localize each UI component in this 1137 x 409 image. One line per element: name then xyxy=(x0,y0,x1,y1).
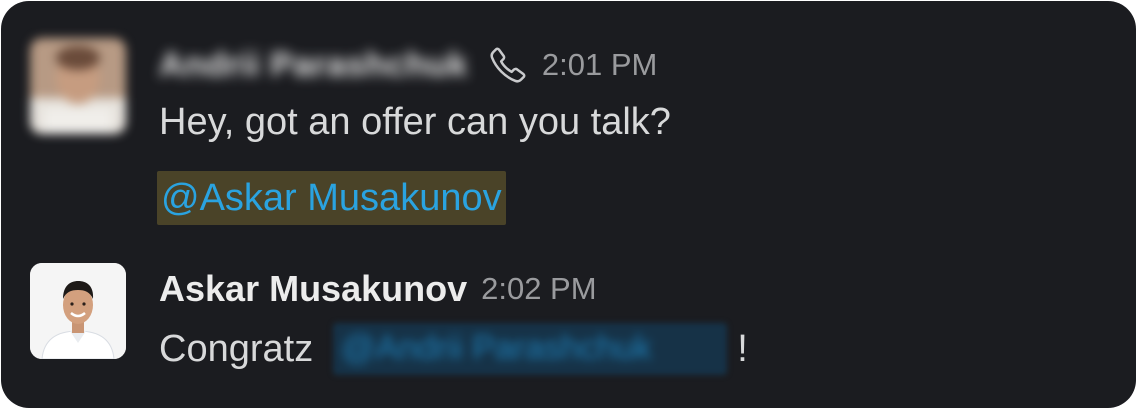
avatar[interactable] xyxy=(30,38,126,134)
message-text-before: Congratz xyxy=(159,327,314,370)
timestamp[interactable]: 2:02 PM xyxy=(481,271,596,307)
message-text: Congratz @Andrii Parashchuk ! xyxy=(159,323,748,375)
user-mention[interactable]: @Askar Musakunov xyxy=(157,171,506,225)
phone-icon[interactable] xyxy=(488,45,528,85)
message-header: Andrii Parashchuk 2:01 PM xyxy=(159,41,657,89)
sender-name[interactable]: Askar Musakunov xyxy=(159,268,467,310)
message-header: Askar Musakunov 2:02 PM xyxy=(159,265,597,313)
sender-name[interactable]: Andrii Parashchuk xyxy=(159,46,468,85)
avatar[interactable] xyxy=(30,263,126,359)
message-text-after: ! xyxy=(737,327,748,370)
message-thread: Andrii Parashchuk 2:01 PM Hey, got an of… xyxy=(1,1,1136,408)
timestamp[interactable]: 2:01 PM xyxy=(542,47,657,83)
message-text: Hey, got an offer can you talk? xyxy=(159,101,671,143)
mention-label: @Andrii Parashchuk xyxy=(341,329,652,367)
user-mention[interactable]: @Andrii Parashchuk xyxy=(333,323,728,375)
